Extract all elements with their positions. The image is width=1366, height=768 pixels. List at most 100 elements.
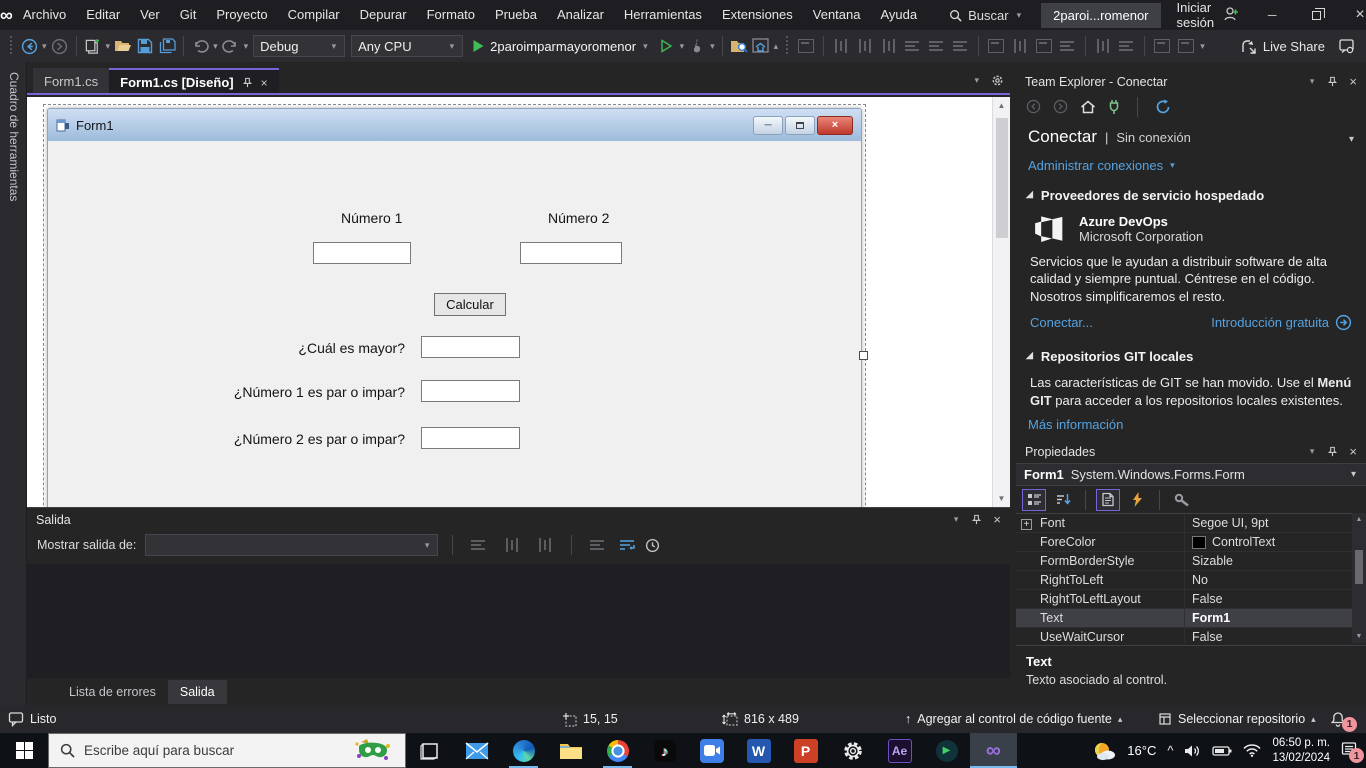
taskbar-aftereffects-icon[interactable]: Ae — [876, 733, 923, 768]
introduccion-gratuita-link[interactable]: Introducción gratuita — [1211, 314, 1352, 331]
feedback-bubble-icon[interactable] — [8, 711, 24, 727]
back-icon[interactable] — [1026, 99, 1041, 114]
property-value[interactable]: Sizable — [1184, 552, 1352, 570]
menu-git[interactable]: Git — [170, 0, 207, 30]
align-lefts-icon[interactable] — [833, 39, 849, 53]
property-value[interactable]: Segoe UI, 9pt — [1184, 514, 1352, 532]
scroll-up-icon[interactable]: ▲ — [1356, 513, 1363, 526]
gear-icon[interactable] — [991, 74, 1004, 87]
toolbar-grip[interactable] — [7, 36, 15, 56]
save-icon[interactable] — [134, 34, 156, 58]
start-without-debugging-icon[interactable] — [656, 34, 678, 58]
menu-prueba[interactable]: Prueba — [485, 0, 547, 30]
vertical-spacing-icon[interactable] — [1119, 39, 1135, 53]
select-repository-button[interactable]: Seleccionar repositorio ▴ — [1158, 705, 1316, 733]
property-row-righttoleft[interactable]: RightToLeft No — [1016, 571, 1352, 590]
pin-icon[interactable] — [1327, 76, 1338, 87]
start-debugging-button[interactable]: 2paroimparmayoromenor ▾ — [472, 39, 649, 54]
window-dropdown-icon[interactable]: ▴ — [772, 41, 781, 52]
taskbar-mail-icon[interactable] — [453, 733, 500, 768]
notifications-bell[interactable]: 1 — [1330, 705, 1357, 733]
tab-form1-designer[interactable]: Form1.cs [Diseño] × — [109, 68, 278, 95]
undo-dropdown-icon[interactable]: ▾ — [211, 41, 220, 52]
taskbar-media-app-icon[interactable]: ▶ — [923, 733, 970, 768]
undo-icon[interactable] — [189, 34, 211, 58]
menu-proyecto[interactable]: Proyecto — [206, 0, 277, 30]
menu-formato[interactable]: Formato — [417, 0, 485, 30]
close-button[interactable]: × — [1338, 0, 1366, 30]
align-tops-icon[interactable] — [905, 39, 921, 53]
taskbar-search-input[interactable]: Escribe aquí para buscar — [48, 733, 406, 768]
menu-ventana[interactable]: Ventana — [803, 0, 871, 30]
property-value[interactable]: ControlText — [1184, 533, 1352, 551]
horizontal-spacing-icon[interactable] — [1095, 39, 1111, 53]
hot-reload-icon[interactable] — [686, 34, 708, 58]
temperature-label[interactable]: 16°C — [1127, 743, 1156, 758]
window-position-icon[interactable]: ▾ — [1308, 76, 1317, 87]
object-selector-dropdown[interactable]: Form1 System.Windows.Forms.Form ▾ — [1016, 463, 1366, 486]
expand-icon[interactable]: + — [1021, 519, 1032, 530]
send-to-back-icon[interactable] — [1178, 39, 1194, 53]
property-pages-button[interactable] — [1170, 489, 1194, 511]
home-icon[interactable] — [1080, 99, 1096, 114]
make-same-size-icon[interactable] — [1036, 39, 1052, 53]
menu-ver[interactable]: Ver — [130, 0, 170, 30]
par-impar1-textbox[interactable] — [421, 380, 520, 402]
property-value[interactable]: No — [1184, 571, 1352, 589]
wifi-icon[interactable] — [1243, 744, 1261, 757]
new-project-icon[interactable] — [82, 34, 104, 58]
events-view-button[interactable] — [1125, 489, 1149, 511]
alphabetical-sort-button[interactable] — [1051, 489, 1075, 511]
taskbar-tiktok-icon[interactable]: ♪ — [641, 733, 688, 768]
designed-form[interactable]: Form1 ─ × Número 1 Número 2 Calcular — [47, 108, 862, 507]
add-account-icon[interactable] — [1222, 5, 1240, 26]
clear-all-icon[interactable] — [590, 538, 606, 552]
form-resize-handle[interactable] — [859, 351, 868, 360]
show-hidden-icons-chevron[interactable]: ^ — [1167, 743, 1173, 758]
form-maximize-button[interactable] — [785, 116, 815, 135]
task-view-button[interactable] — [406, 733, 453, 768]
menu-herramientas[interactable]: Herramientas — [614, 0, 712, 30]
toolbar-grip[interactable] — [783, 36, 791, 56]
properties-header[interactable]: Propiedades ▾ × — [1016, 440, 1366, 463]
properties-view-button[interactable] — [1096, 489, 1120, 511]
close-tab-icon[interactable]: × — [261, 76, 268, 90]
property-row-usewaitcursor[interactable]: UseWaitCursor False — [1016, 628, 1352, 643]
taskbar-edge-icon[interactable] — [500, 733, 547, 768]
designer-vertical-scrollbar[interactable]: ▲ ▼ — [992, 97, 1010, 507]
start-dropdown-icon[interactable]: ▾ — [678, 41, 687, 52]
close-panel-icon[interactable]: × — [1349, 74, 1357, 89]
close-panel-icon[interactable]: × — [993, 512, 1001, 527]
output-content[interactable] — [27, 564, 1010, 678]
search-box[interactable]: Buscar ▾ — [949, 8, 1023, 23]
hot-reload-dropdown-icon[interactable]: ▾ — [708, 41, 717, 52]
size-to-grid-icon[interactable] — [1060, 39, 1076, 53]
window-position-icon[interactable]: ▾ — [952, 514, 961, 525]
taskbar-zoom-icon[interactable] — [688, 733, 735, 768]
restore-button[interactable] — [1294, 0, 1338, 30]
bring-to-front-icon[interactable] — [1154, 39, 1170, 53]
clock[interactable]: 06:50 p. m. 13/02/2024 — [1272, 736, 1330, 766]
properties-scrollbar[interactable]: ▲ ▼ — [1352, 513, 1366, 643]
search-dropdown-icon[interactable]: ▾ — [1015, 10, 1024, 21]
document-list-icon[interactable]: ▾ — [972, 75, 981, 86]
action-center-button[interactable]: 1 — [1341, 741, 1358, 760]
navigate-back-icon[interactable] — [18, 34, 40, 58]
menu-ayuda[interactable]: Ayuda — [870, 0, 927, 30]
connect-plug-icon[interactable] — [1108, 99, 1120, 115]
taskbar-word-icon[interactable]: W — [735, 733, 782, 768]
align-middles-icon[interactable] — [929, 39, 945, 53]
property-value[interactable]: Form1 — [1184, 609, 1352, 627]
weather-icon[interactable] — [1091, 740, 1116, 762]
timestamp-icon[interactable] — [645, 538, 660, 553]
property-row-text[interactable]: Text Form1 — [1016, 609, 1352, 628]
taskbar-powerpoint-icon[interactable]: P — [782, 733, 829, 768]
menu-editar[interactable]: Editar — [76, 0, 130, 30]
menu-archivo[interactable]: Archivo — [13, 0, 76, 30]
home-window-icon[interactable] — [750, 34, 772, 58]
word-wrap-icon[interactable] — [619, 538, 636, 552]
scrollbar-thumb[interactable] — [1355, 550, 1363, 584]
window-position-icon[interactable]: ▾ — [1308, 446, 1317, 457]
menu-depurar[interactable]: Depurar — [350, 0, 417, 30]
scroll-down-icon[interactable]: ▼ — [998, 490, 1006, 507]
